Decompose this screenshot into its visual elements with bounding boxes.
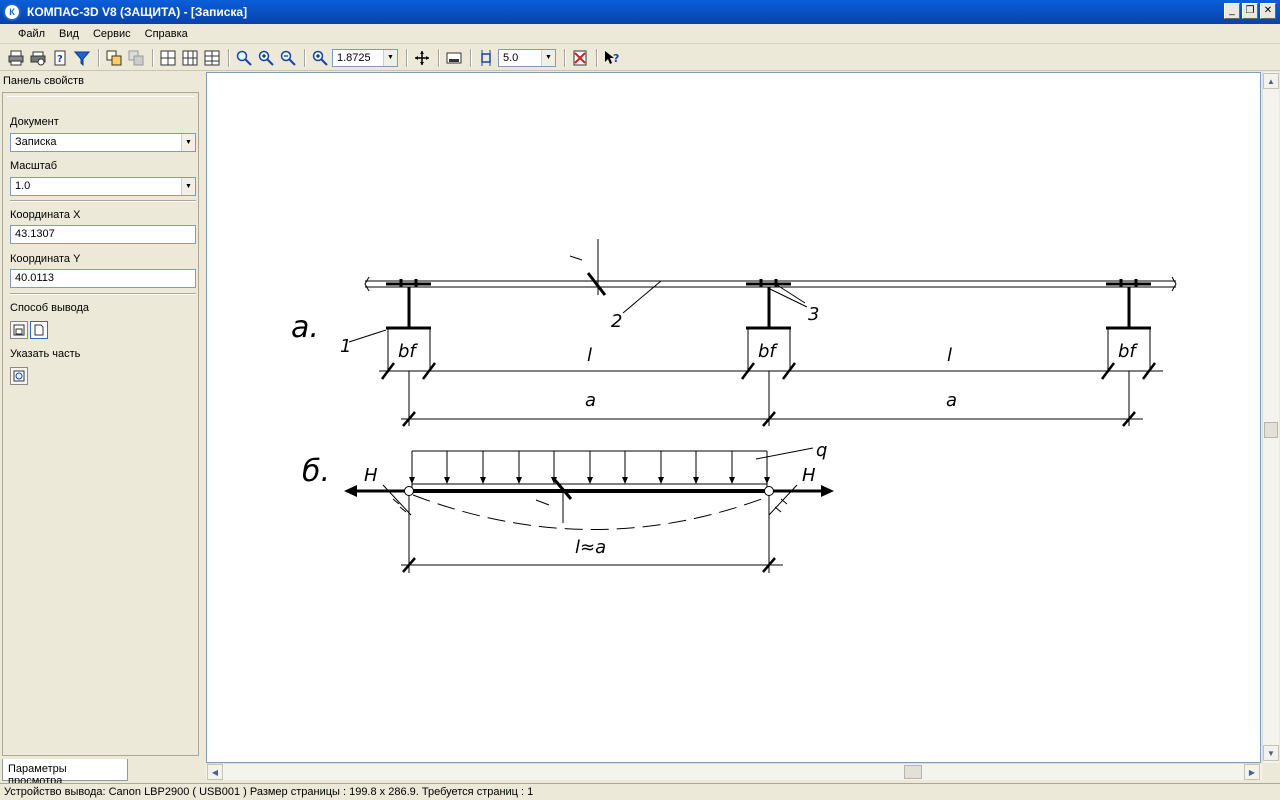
- step-combo[interactable]: 5.0 ▼: [498, 48, 556, 67]
- coord-x-label: Координата X: [10, 209, 81, 221]
- menu-help[interactable]: Справка: [145, 28, 188, 40]
- label-l-1: l: [587, 345, 592, 366]
- properties-panel: Документ Записка ▼ Масштаб 1.0 ▼ Координ…: [2, 92, 199, 756]
- document-value: Записка: [15, 136, 57, 148]
- coord-y-label: Координата Y: [10, 253, 81, 265]
- select-part-label: Указать часть: [10, 348, 81, 360]
- zoom-in-icon[interactable]: [256, 48, 276, 68]
- grid-icon[interactable]: [158, 48, 178, 68]
- select-part-button[interactable]: [10, 367, 28, 385]
- toolbar: ? 1.8725 ▼ 5.0 ▼ ?: [0, 45, 1280, 71]
- minimize-button[interactable]: _: [1224, 3, 1240, 19]
- window-title: КОМПАС-3D V8 (ЗАЩИТА) - [Записка]: [27, 5, 248, 19]
- tab-view-parameters[interactable]: Параметры просмотра: [2, 759, 128, 787]
- toolbar-separator: [228, 48, 230, 67]
- zoom-scale-icon[interactable]: [310, 48, 330, 68]
- label-l-2: l: [947, 345, 952, 366]
- chevron-down-icon[interactable]: ▼: [541, 49, 555, 66]
- scroll-down-icon[interactable]: ▼: [1263, 745, 1279, 761]
- horizontal-scrollbar[interactable]: ◀ ▶: [206, 763, 1262, 780]
- properties-panel-header: Панель свойств: [0, 72, 200, 90]
- scroll-right-icon[interactable]: ▶: [1244, 764, 1260, 780]
- grid-tiles-icon[interactable]: [202, 48, 222, 68]
- scroll-up-icon[interactable]: ▲: [1263, 73, 1279, 89]
- menu-bar: Файл Вид Сервис Справка: [0, 24, 1280, 44]
- label-a-2: a: [946, 390, 957, 411]
- label-b: б.: [302, 454, 330, 489]
- svg-text:?: ?: [57, 54, 63, 65]
- copy-layers-icon[interactable]: [104, 48, 124, 68]
- print-icon[interactable]: [6, 48, 26, 68]
- svg-text:?: ?: [613, 52, 619, 65]
- output-mode-page-button[interactable]: [30, 321, 48, 339]
- restore-button[interactable]: ❐: [1242, 3, 1258, 19]
- label-3: 3: [808, 304, 819, 325]
- zoom-out-icon[interactable]: [278, 48, 298, 68]
- horizontal-scroll-thumb[interactable]: [904, 765, 922, 779]
- toolbar-separator: [564, 48, 566, 67]
- close-button[interactable]: ✕: [1260, 3, 1276, 19]
- menu-file[interactable]: Файл: [18, 28, 45, 40]
- library-icon[interactable]: [570, 48, 590, 68]
- label-a: а.: [291, 310, 319, 345]
- beam-drawing: а. б. 1 2 3 bf bf bf l l a a q H H l≈a: [291, 239, 1177, 573]
- toolbar-separator: [406, 48, 408, 67]
- label-1: 1: [340, 336, 351, 357]
- drawing-canvas[interactable]: а. б. 1 2 3 bf bf bf l l a a q H H l≈a: [206, 72, 1261, 763]
- pan-icon[interactable]: [412, 48, 432, 68]
- toolbar-separator: [470, 48, 472, 67]
- label-h-left: H: [364, 465, 378, 486]
- page-layout-icon[interactable]: [444, 48, 464, 68]
- grid-split-icon[interactable]: [180, 48, 200, 68]
- divider: [10, 293, 196, 295]
- label-bf-3: bf: [1118, 341, 1138, 362]
- label-q: q: [816, 440, 827, 461]
- output-mode-fit-button[interactable]: [10, 321, 28, 339]
- layers-disabled-icon[interactable]: [126, 48, 146, 68]
- toolbar-separator: [98, 48, 100, 67]
- output-mode-label: Способ вывода: [10, 302, 89, 314]
- vertical-scrollbar[interactable]: ▲ ▼: [1262, 72, 1279, 763]
- label-2: 2: [611, 311, 622, 332]
- chevron-down-icon[interactable]: ▼: [383, 49, 397, 66]
- scroll-left-icon[interactable]: ◀: [207, 764, 223, 780]
- context-help-icon[interactable]: ?: [602, 48, 622, 68]
- coord-y-input[interactable]: 40.0113: [10, 269, 196, 288]
- scale-value: 1.0: [15, 180, 31, 192]
- filter-icon[interactable]: [72, 48, 92, 68]
- scale-select[interactable]: 1.0 ▼: [10, 177, 196, 196]
- title-bar: К КОМПАС-3D V8 (ЗАЩИТА) - [Записка] _ ❐ …: [0, 0, 1280, 24]
- vertical-scroll-thumb[interactable]: [1264, 422, 1278, 438]
- toolbar-separator: [304, 48, 306, 67]
- coord-x-input[interactable]: 43.1307: [10, 225, 196, 244]
- snap-icon[interactable]: [476, 48, 496, 68]
- zoom-combo[interactable]: 1.8725 ▼: [332, 48, 398, 67]
- label-bf-2: bf: [758, 341, 778, 362]
- status-bar: Устройство вывода: Canon LBP2900 ( USB00…: [0, 783, 1280, 800]
- toolbar-separator: [152, 48, 154, 67]
- zoom-icon[interactable]: [234, 48, 254, 68]
- document-label: Документ: [10, 116, 59, 128]
- chevron-down-icon[interactable]: ▼: [181, 178, 195, 195]
- toolbar-separator: [438, 48, 440, 67]
- toolbar-separator: [596, 48, 598, 67]
- label-l-approx-a: l≈a: [575, 537, 606, 558]
- chevron-down-icon[interactable]: ▼: [181, 134, 195, 151]
- print-preview-icon[interactable]: [28, 48, 48, 68]
- kompas-logo-icon: К: [3, 3, 21, 21]
- label-bf-1: bf: [398, 341, 418, 362]
- step-value: 5.0: [503, 51, 519, 64]
- label-a-1: a: [585, 390, 596, 411]
- scale-label: Масштаб: [10, 160, 58, 172]
- document-select[interactable]: Записка ▼: [10, 133, 196, 152]
- label-h-right: H: [802, 465, 816, 486]
- divider: [10, 200, 196, 202]
- menu-view[interactable]: Вид: [59, 28, 79, 40]
- zoom-value: 1.8725: [337, 51, 371, 64]
- menu-service[interactable]: Сервис: [93, 28, 131, 40]
- help-doc-icon[interactable]: ?: [50, 48, 70, 68]
